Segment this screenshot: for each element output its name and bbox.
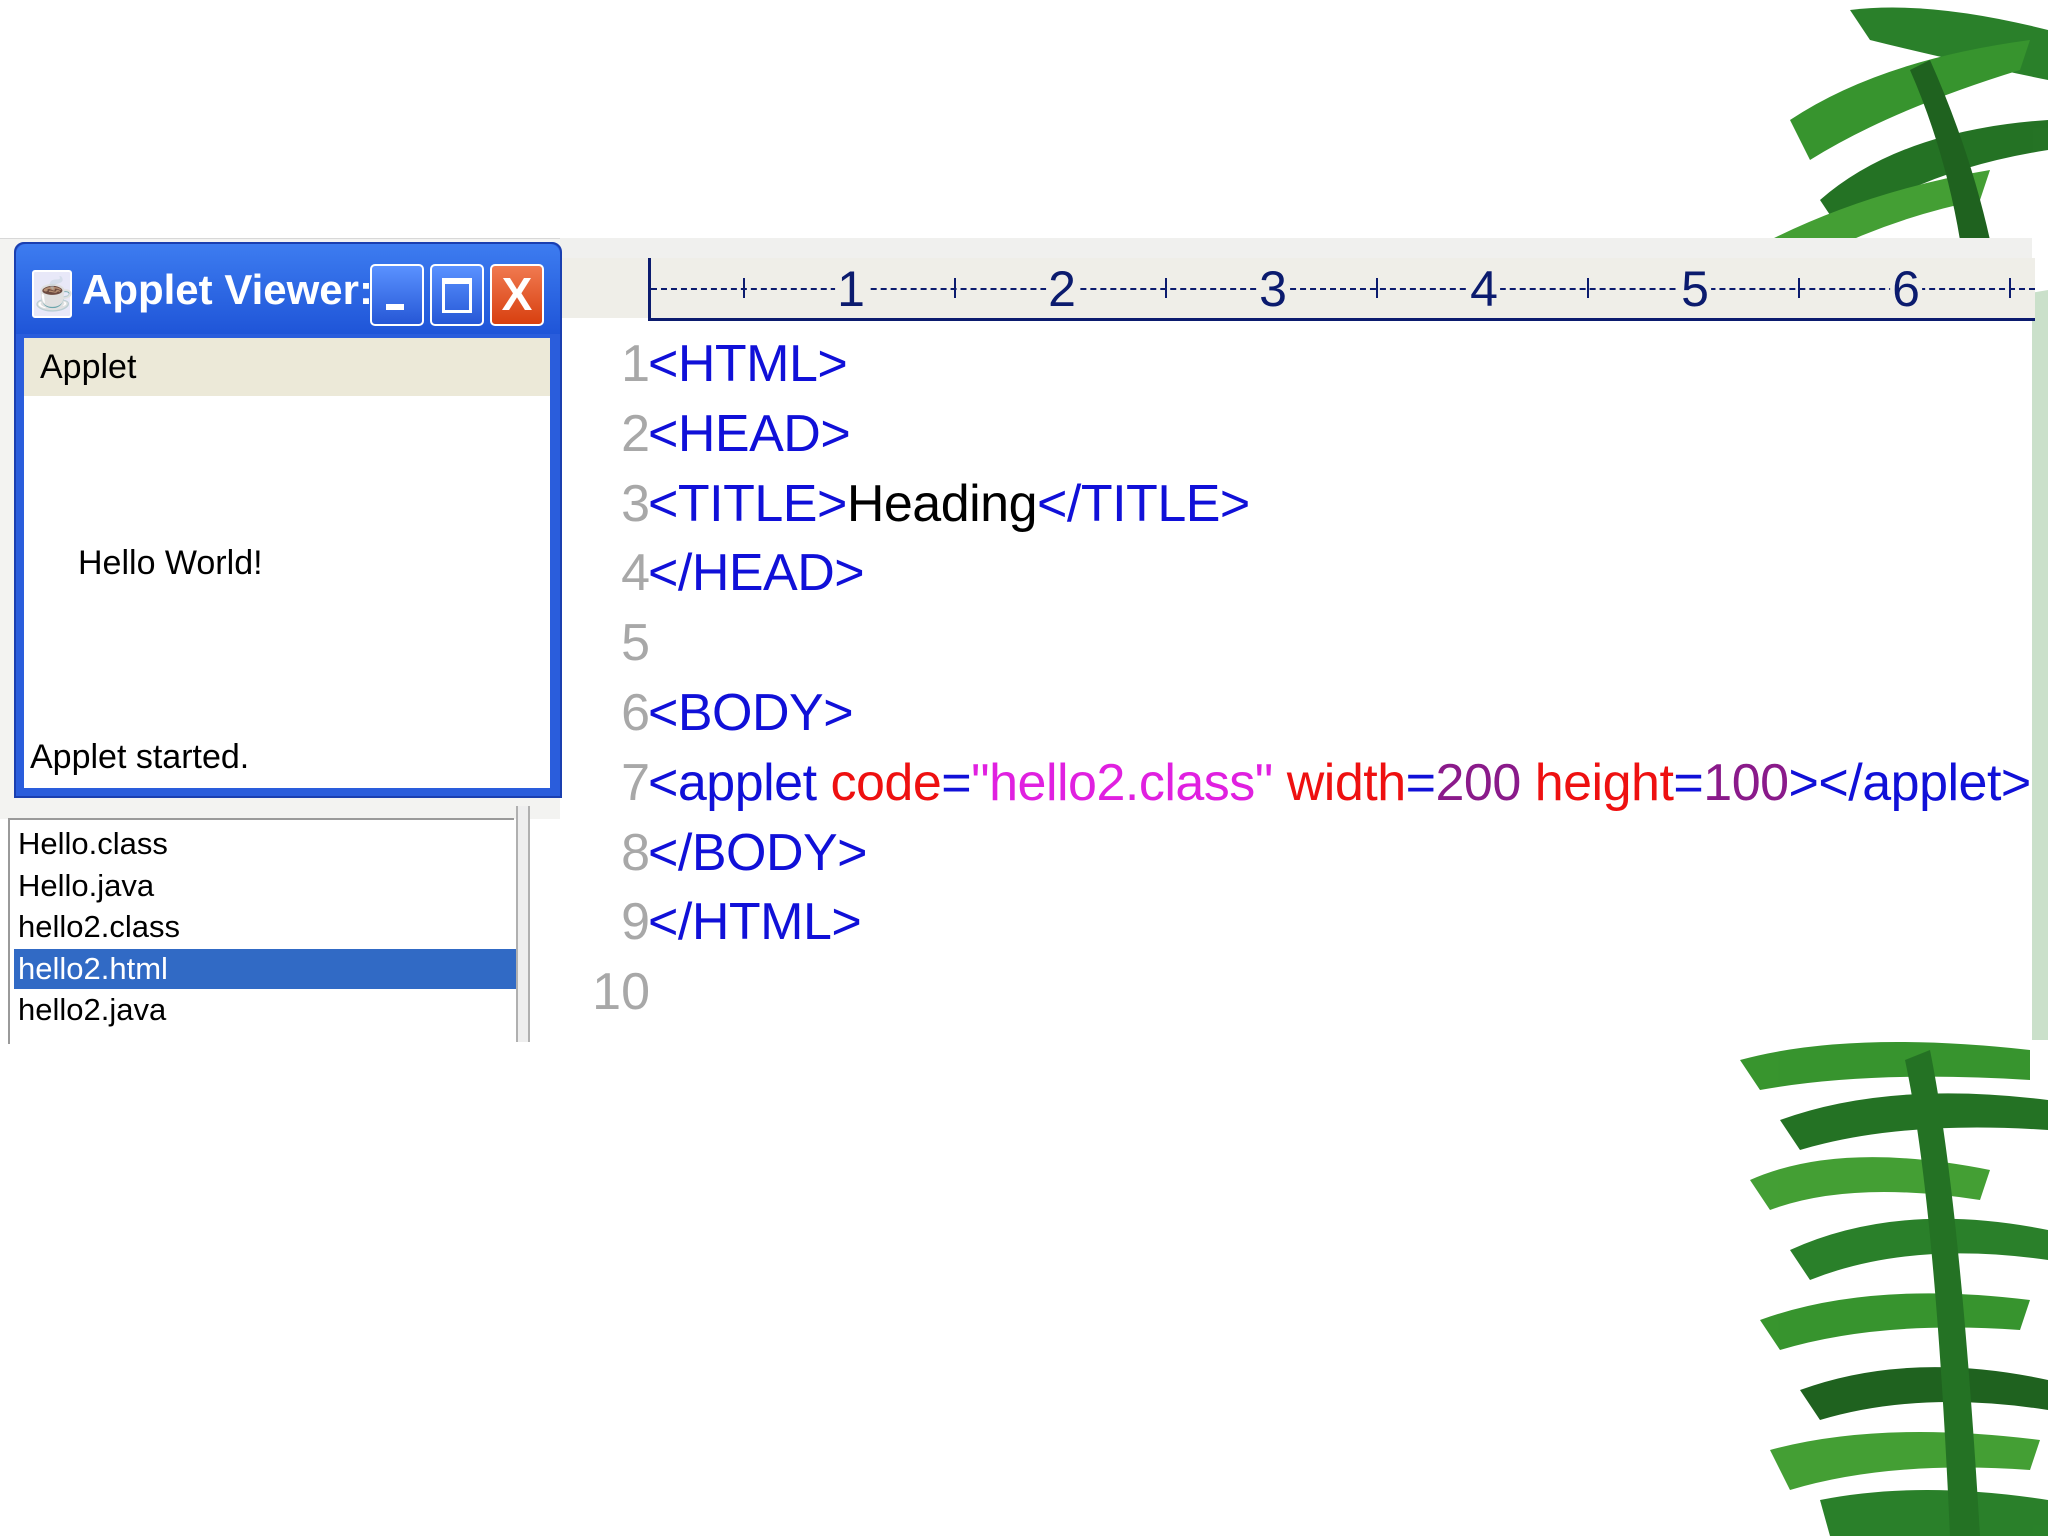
code-text: </HEAD> xyxy=(648,539,865,608)
maximize-button[interactable] xyxy=(430,264,484,326)
code-line[interactable]: 1 <HTML> xyxy=(560,330,2032,400)
line-number: 2 xyxy=(621,404,650,463)
code-token: width xyxy=(1286,753,1406,812)
ruler-number: 5 xyxy=(1679,261,1711,317)
code-editor[interactable]: 123456 1 <HTML> 2 <HEAD> 3 <TITLE>Heading</TI… xyxy=(560,238,2035,1042)
code-line[interactable]: 3 <TITLE>Heading</TITLE> xyxy=(560,470,2032,540)
code-text: <BODY> xyxy=(648,679,854,748)
code-token: Heading xyxy=(846,474,1038,533)
code-line[interactable]: 8 </BODY> xyxy=(560,819,2032,889)
applet-client-area: Applet Hello World! Applet started. xyxy=(24,338,550,788)
line-number: 6 xyxy=(621,683,650,742)
code-token: code xyxy=(830,753,942,812)
code-token: = xyxy=(1405,753,1436,812)
code-text: </BODY> xyxy=(648,819,868,888)
ruler-number: 2 xyxy=(1046,261,1078,317)
close-button[interactable]: X xyxy=(490,264,544,326)
line-number: 8 xyxy=(621,823,650,882)
line-number: 10 xyxy=(592,963,650,1022)
line-number: 7 xyxy=(621,753,650,812)
file-list-item[interactable]: Hello.java xyxy=(14,866,516,906)
status-text: Applet started. xyxy=(30,738,250,776)
java-icon: ☕ xyxy=(32,270,74,318)
ruler-tick xyxy=(743,278,745,298)
close-icon: X xyxy=(501,268,533,320)
code-token: </BODY> xyxy=(648,823,868,882)
minimize-button[interactable] xyxy=(370,264,424,326)
code-token: <HEAD> xyxy=(648,404,851,463)
code-text: <TITLE>Heading</TITLE> xyxy=(648,470,1250,539)
code-token: 200 xyxy=(1435,753,1522,812)
line-number: 1 xyxy=(621,335,650,393)
code-lines[interactable]: 1 <HTML> 2 <HEAD> 3 <TITLE>Heading</TITLE> 4 </… xyxy=(560,330,2032,1028)
code-line[interactable]: 2 <HEAD> xyxy=(560,400,2032,470)
code-line[interactable]: 5 xyxy=(560,609,2032,679)
file-list-item[interactable]: Hello.class xyxy=(14,824,516,864)
ruler-gutter xyxy=(560,258,648,318)
ruler-tick xyxy=(2009,278,2011,298)
code-token: </TITLE> xyxy=(1037,474,1250,533)
code-token: <HTML> xyxy=(648,335,848,393)
code-text: </HTML> xyxy=(648,888,862,957)
file-list[interactable]: Hello.class Hello.java hello2.class hello2.… xyxy=(8,818,516,1044)
ruler-number: 4 xyxy=(1468,261,1500,317)
code-line[interactable]: 9 </HTML> xyxy=(560,888,2032,958)
code-text: <HEAD> xyxy=(648,400,851,469)
ruler-number: 1 xyxy=(835,261,867,317)
file-list-item[interactable]: hello2.class xyxy=(14,907,516,947)
maximize-icon xyxy=(442,278,472,313)
ruler-tick xyxy=(1376,278,1378,298)
code-token: = xyxy=(1673,753,1704,812)
applet-viewer-window: ☕ Applet Viewer:... X Applet Hello World… xyxy=(14,242,562,798)
ruler-number: 3 xyxy=(1257,261,1289,317)
code-line[interactable]: 4 </HEAD> xyxy=(560,539,2032,609)
file-list-item[interactable]: hello2.java xyxy=(14,990,516,1030)
code-token: height xyxy=(1534,753,1674,812)
ruler-number: 6 xyxy=(1890,261,1922,317)
code-token: <TITLE> xyxy=(648,474,847,533)
code-token: </HTML> xyxy=(648,893,862,952)
window-title: Applet Viewer:... xyxy=(82,266,408,313)
line-number: 5 xyxy=(621,614,650,673)
ruler-tick xyxy=(1587,278,1589,298)
column-ruler: 1 2 3 4 5 6 xyxy=(648,258,2035,321)
code-line[interactable]: 7 <applet code="hello2.class" width=200 h… xyxy=(560,749,2032,819)
ruler-tick xyxy=(954,278,956,298)
code-token: <BODY> xyxy=(648,683,854,742)
editor-top-border xyxy=(560,238,2032,259)
applet-canvas: Hello World! xyxy=(24,396,550,726)
code-token: 100 xyxy=(1703,753,1789,812)
code-token: ></applet> xyxy=(1788,753,2032,812)
ruler-tick xyxy=(1165,278,1167,298)
applet-output-text: Hello World! xyxy=(78,544,263,582)
minimize-icon xyxy=(386,304,404,310)
title-bar[interactable]: ☕ Applet Viewer:... X xyxy=(16,244,560,334)
file-list-item[interactable]: hello2.html xyxy=(14,948,516,989)
code-token: "hello2.class" xyxy=(971,753,1273,812)
code-line[interactable]: 10 xyxy=(560,958,2032,1028)
menu-applet[interactable]: Applet xyxy=(40,342,136,392)
file-list-splitter[interactable] xyxy=(516,806,530,1042)
code-line[interactable]: 6 <BODY> xyxy=(560,679,2032,749)
menu-bar: Applet xyxy=(24,338,550,396)
code-token: </HEAD> xyxy=(648,544,865,603)
ruler-tick xyxy=(1798,278,1800,298)
line-number: 4 xyxy=(621,544,650,603)
code-text: <applet code="hello2.class" width=200 he… xyxy=(648,749,2031,818)
code-text: <HTML> xyxy=(648,330,848,399)
status-bar: Applet started. xyxy=(24,728,550,786)
line-number: 9 xyxy=(621,893,650,952)
line-number: 3 xyxy=(621,474,650,533)
code-token: = xyxy=(941,753,972,812)
code-token: <applet xyxy=(648,753,831,812)
